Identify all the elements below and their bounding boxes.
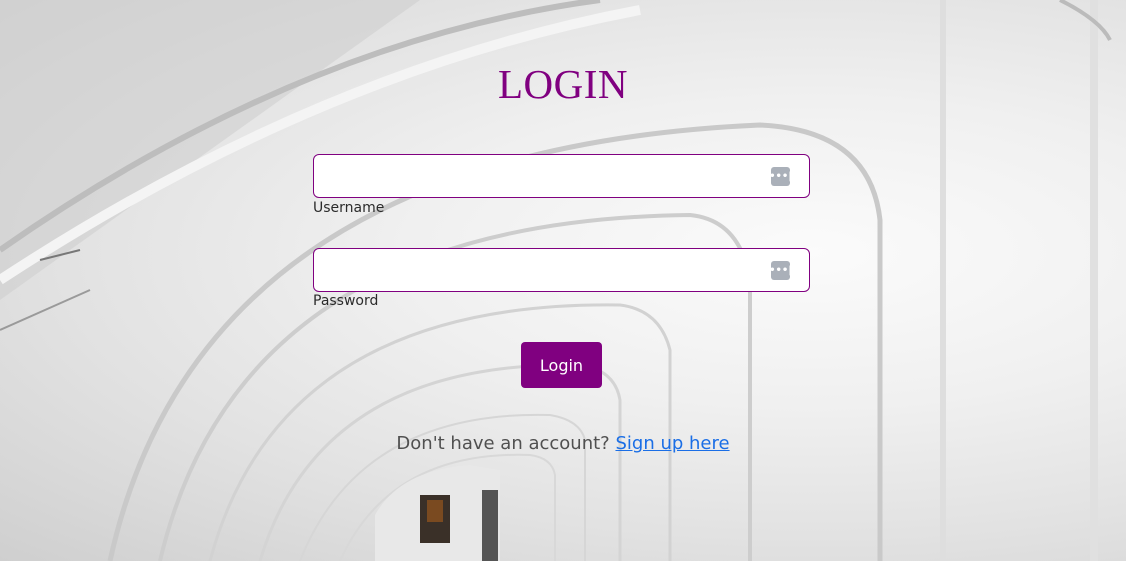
- password-field[interactable]: •••|: [313, 248, 810, 292]
- password-manager-icon[interactable]: •••|: [769, 261, 792, 280]
- username-input[interactable]: [314, 155, 809, 197]
- signup-prompt: Don't have an account? Sign up here: [0, 433, 1126, 454]
- password-input[interactable]: [314, 249, 809, 291]
- username-label: Username: [313, 200, 385, 216]
- password-manager-icon[interactable]: •••|: [769, 167, 792, 186]
- login-button[interactable]: Login: [521, 342, 602, 388]
- page-title: LOGIN: [497, 61, 629, 107]
- signup-prompt-text: Don't have an account?: [396, 433, 610, 454]
- signup-link[interactable]: Sign up here: [615, 433, 729, 454]
- username-field[interactable]: •••|: [313, 154, 810, 198]
- password-label: Password: [313, 293, 379, 309]
